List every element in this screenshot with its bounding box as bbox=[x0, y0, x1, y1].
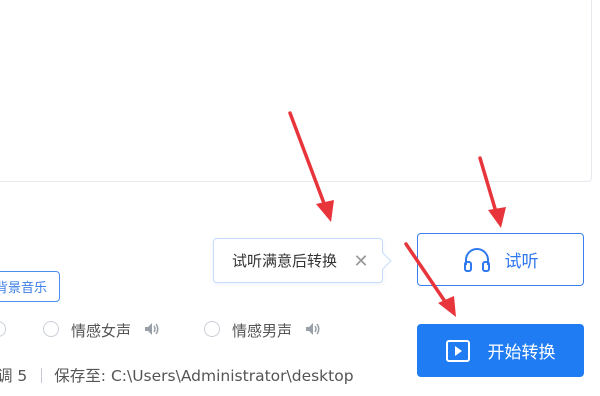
save-path[interactable]: 保存至: C:\Users\Administrator\desktop bbox=[54, 364, 353, 386]
status-bar: 调 5 保存至: C:\Users\Administrator\desktop bbox=[0, 364, 354, 386]
voice-label-female: 情感女声 bbox=[71, 322, 132, 340]
background-music-label: 背景音乐 bbox=[0, 281, 47, 296]
listen-label: 试听 bbox=[504, 252, 539, 272]
listen-tip-tooltip: 试听满意后转换 ✕ bbox=[213, 238, 383, 283]
voice-radio-male[interactable] bbox=[204, 321, 220, 337]
play-icon bbox=[445, 339, 470, 362]
divider bbox=[41, 367, 43, 383]
start-conversion-label: 开始转换 bbox=[487, 343, 556, 363]
voice-radio-prev[interactable] bbox=[0, 321, 6, 337]
tts-panel: 背景音乐 试听满意后转换 ✕ 试听 开始转换 情感女声 情感男声 调 5 保存至… bbox=[0, 0, 600, 396]
tone-value: 调 5 bbox=[0, 367, 28, 385]
close-icon[interactable]: ✕ bbox=[352, 250, 370, 272]
headphones-icon bbox=[463, 247, 490, 272]
speaker-icon[interactable] bbox=[305, 322, 321, 336]
background-music-button[interactable]: 背景音乐 bbox=[0, 271, 60, 302]
voice-radio-female[interactable] bbox=[43, 321, 59, 337]
start-conversion-button[interactable]: 开始转换 bbox=[417, 324, 584, 377]
speaker-icon[interactable] bbox=[144, 322, 160, 336]
text-input-area[interactable] bbox=[0, 0, 592, 182]
voice-label-male: 情感男声 bbox=[232, 322, 293, 340]
listen-button[interactable]: 试听 bbox=[417, 233, 584, 286]
tooltip-text: 试听满意后转换 bbox=[232, 252, 338, 270]
